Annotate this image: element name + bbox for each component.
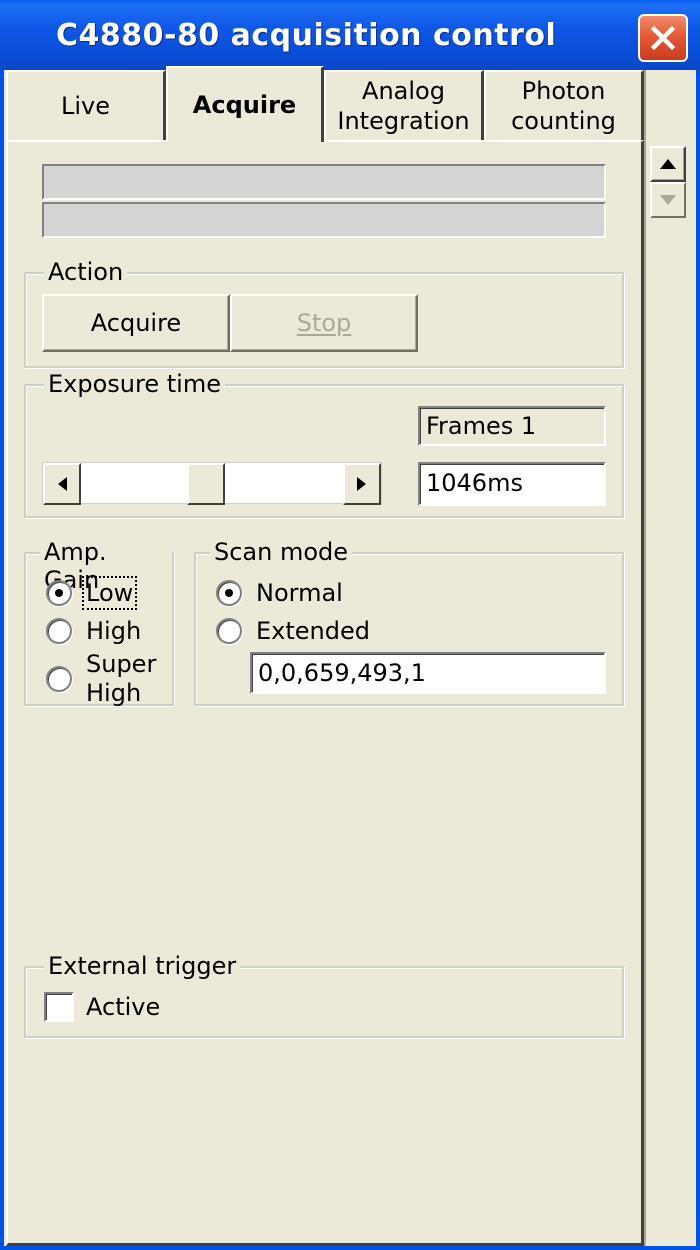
stop-button[interactable]: Stop [230,294,418,352]
exposure-slider[interactable] [42,462,382,505]
frames-display: Frames 1 [418,406,606,446]
tab-analog-label-line1: Analog [362,77,445,105]
arrow-up-icon [660,159,676,169]
radio-button[interactable] [216,580,242,606]
status-bar-2 [42,202,606,238]
scroll-up-button[interactable] [650,146,686,182]
action-group-label: Action [44,258,128,286]
scan-normal-label: Normal [256,579,343,607]
app-window: C4880-80 acquisition control Live Analog… [0,0,700,1250]
window-title: C4880-80 acquisition control [56,18,557,53]
tab-photon-counting[interactable]: Photon counting [484,70,644,140]
tab-analog-integration[interactable]: Analog Integration [324,70,484,140]
arrow-down-icon [660,195,676,205]
trigger-active-checkbox[interactable] [44,992,74,1022]
tab-acquire-label: Acquire [192,91,297,119]
slider-left-button[interactable] [43,463,81,505]
gain-super-high-label: Super High [86,650,156,708]
title-bar[interactable]: C4880-80 acquisition control [0,0,700,70]
close-button[interactable] [638,14,688,62]
exposure-group-label: Exposure time [44,370,225,398]
gain-super-high-line1: Super [86,650,157,678]
slider-thumb[interactable] [187,463,225,505]
close-icon [650,25,676,51]
tab-live[interactable]: Live [6,70,166,140]
tab-photon-label-line2: counting [511,107,616,135]
scroll-down-button[interactable] [650,182,686,218]
gain-high-radio[interactable]: High [46,616,141,646]
radio-button[interactable] [46,666,72,692]
gain-low-radio[interactable]: Low [46,576,138,610]
external-trigger-group-label: External trigger [44,952,241,980]
trigger-active-label: Active [86,993,161,1021]
tab-acquire[interactable]: Acquire [166,66,324,142]
stop-button-label: Stop [296,309,352,337]
scan-extended-radio[interactable]: Extended [216,616,370,646]
scan-mode-group-label: Scan mode [210,538,353,566]
gain-low-label: Low [81,576,138,610]
radio-button[interactable] [46,580,72,606]
scan-region-value: 0,0,659,493,1 [258,659,426,687]
scan-normal-radio[interactable]: Normal [216,578,343,608]
gain-super-high-line2: High [86,679,142,707]
tab-analog-label-line2: Integration [337,107,470,135]
scan-extended-label: Extended [256,617,370,645]
slider-right-button[interactable] [343,463,381,505]
gain-super-high-radio[interactable]: Super High [46,650,156,708]
tab-photon-label-line1: Photon [521,77,606,105]
scan-region-input[interactable]: 0,0,659,493,1 [250,652,606,694]
frames-text: Frames 1 [426,412,537,440]
radio-button[interactable] [46,618,72,644]
acquire-button[interactable]: Acquire [42,294,230,352]
exposure-time-value: 1046ms [426,469,523,497]
tab-live-label: Live [60,92,110,120]
gain-high-label: High [86,617,142,645]
arrow-right-icon [357,477,366,491]
arrow-left-icon [58,477,67,491]
exposure-time-input[interactable]: 1046ms [418,462,606,506]
acquire-button-label: Acquire [90,309,182,337]
radio-button[interactable] [216,618,242,644]
status-bar-1 [42,164,606,200]
vertical-scrollbar[interactable] [644,70,696,1246]
